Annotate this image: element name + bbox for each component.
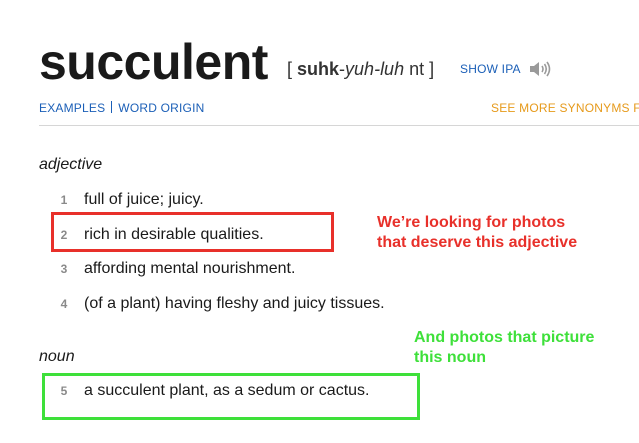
- definition-item: 4 (of a plant) having fleshy and juicy ti…: [58, 293, 385, 315]
- examples-link[interactable]: EXAMPLES: [39, 101, 105, 115]
- pron-open-bracket: [: [287, 59, 293, 79]
- speaker-icon-graphic: [530, 61, 551, 77]
- pron-rest: nt: [409, 59, 425, 79]
- pronunciation: [ suhk-yuh-luh nt ]: [287, 58, 434, 80]
- entry-subnav: EXAMPLES WORD ORIGIN: [39, 101, 205, 116]
- red-highlight-box: [51, 212, 334, 252]
- definition-text: affording mental nourishment.: [84, 260, 296, 277]
- definition-number: 4: [60, 297, 68, 311]
- word-origin-link[interactable]: WORD ORIGIN: [118, 101, 204, 115]
- pron-unstressed-syllables: yuh-luh: [345, 59, 405, 79]
- definition-item: 3 affording mental nourishment.: [58, 258, 296, 280]
- red-note-line: that deserve this adjective: [377, 234, 578, 251]
- definition-text: (of a plant) having fleshy and juicy tis…: [84, 295, 385, 312]
- definition-item: 1 full of juice; juicy.: [58, 189, 204, 211]
- red-note-line: We’re looking for photos: [377, 214, 566, 231]
- definition-number: 3: [60, 262, 68, 276]
- green-note-line: this noun: [414, 349, 486, 366]
- green-highlight-box: [42, 373, 420, 420]
- headword-title: succulent: [39, 34, 268, 90]
- header-divider: [39, 125, 639, 126]
- show-ipa-link[interactable]: SHOW IPA: [460, 62, 521, 76]
- dictionary-entry-page: succulent [ suhk-yuh-luh nt ] SHOW IPA E…: [0, 0, 639, 443]
- pron-close-bracket: ]: [429, 59, 435, 79]
- part-of-speech-adjective: adjective: [39, 156, 103, 173]
- green-note-line: And photos that picture: [414, 329, 595, 346]
- see-more-synonyms-link[interactable]: SEE MORE SYNONYMS FO: [491, 101, 639, 116]
- pron-stressed-syllable: suhk: [297, 59, 340, 79]
- red-annotation-note: We’re looking for photos that deserve th…: [377, 213, 637, 253]
- subnav-divider: [111, 101, 113, 113]
- part-of-speech-noun: noun: [39, 348, 75, 365]
- green-annotation-note: And photos that picture this noun: [414, 328, 639, 368]
- speaker-icon[interactable]: [528, 58, 552, 80]
- definition-number: 1: [60, 193, 68, 207]
- definition-text: full of juice; juicy.: [84, 191, 204, 208]
